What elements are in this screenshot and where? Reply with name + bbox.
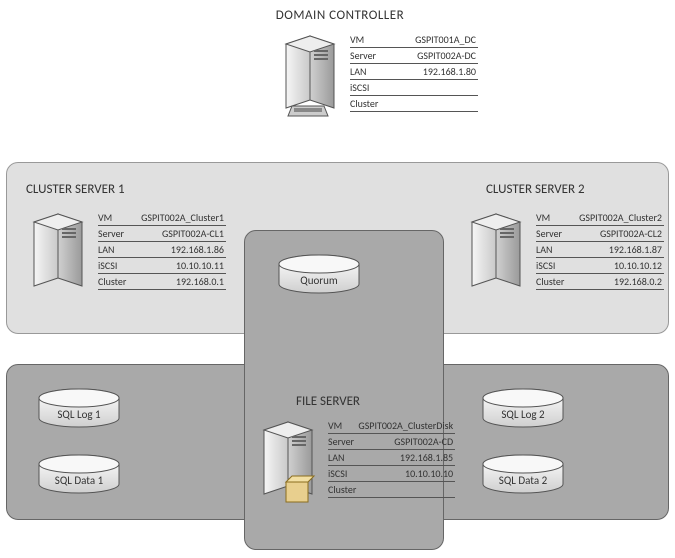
lbl-lan: LAN xyxy=(350,64,386,80)
fs-props: VMGSPIT002A_ClusterDisk ServerGSPIT002A-… xyxy=(328,418,455,498)
cs2-vm: GSPIT002A_Cluster2 xyxy=(572,210,664,226)
cs1-vm: GSPIT002A_Cluster1 xyxy=(134,210,226,226)
cs1-block: VMGSPIT002A_Cluster1 ServerGSPIT002A-CL1… xyxy=(28,210,226,300)
fs-cluster xyxy=(358,482,455,498)
dc-cluster xyxy=(386,96,478,112)
dc-title: DOMAIN CONTROLLER xyxy=(240,8,440,23)
cs1-iscsi: 10.10.10.11 xyxy=(134,258,226,274)
lbl-vm: VM xyxy=(350,32,386,48)
fs-iscsi: 10.10.10.10 xyxy=(358,466,455,482)
cs1-lan: 192.168.1.86 xyxy=(134,242,226,258)
cs1-tower-icon xyxy=(28,210,92,300)
dc-block: VMGSPIT001A_DC ServerGSPIT002A-DC LAN192… xyxy=(280,32,478,122)
cs2-iscsi: 10.10.10.12 xyxy=(572,258,664,274)
cs1-title: CLUSTER SERVER 1 xyxy=(26,182,125,197)
dc-props: VMGSPIT001A_DC ServerGSPIT002A-DC LAN192… xyxy=(350,32,478,112)
dc-vm: GSPIT001A_DC xyxy=(386,32,478,48)
cs1-props: VMGSPIT002A_Cluster1 ServerGSPIT002A-CL1… xyxy=(98,210,226,290)
disk-quorum: Quorum xyxy=(276,254,362,294)
fs-tower-icon xyxy=(258,418,322,508)
disk-quorum-label: Quorum xyxy=(276,274,362,287)
lbl-iscsi: iSCSI xyxy=(350,80,386,96)
cs1-server: GSPIT002A-CL1 xyxy=(134,226,226,242)
cs2-block: VMGSPIT002A_Cluster2 ServerGSPIT002A-CL2… xyxy=(466,210,664,300)
dc-iscsi xyxy=(386,80,478,96)
dc-server: GSPIT002A-DC xyxy=(386,48,478,64)
cs1-cluster: 192.168.0.1 xyxy=(134,274,226,290)
fs-vm: GSPIT002A_ClusterDisk xyxy=(358,418,455,434)
fs-lan: 192.168.1.85 xyxy=(358,450,455,466)
lbl-server: Server xyxy=(350,48,386,64)
disk-sqldata1-label: SQL Data 1 xyxy=(36,474,122,487)
fs-server: GSPIT002A-CD xyxy=(358,434,455,450)
cs2-cluster: 192.168.0.2 xyxy=(572,274,664,290)
disk-sqldata1: SQL Data 1 xyxy=(36,454,122,494)
cs2-server: GSPIT002A-CL2 xyxy=(572,226,664,242)
disk-sqllog1-label: SQL Log 1 xyxy=(36,408,122,421)
lbl-cluster: Cluster xyxy=(350,96,386,112)
fs-title: FILE SERVER xyxy=(296,394,360,409)
dc-tower-icon xyxy=(280,32,344,122)
disk-sqllog1: SQL Log 1 xyxy=(36,388,122,428)
disk-sqllog2-label: SQL Log 2 xyxy=(480,408,566,421)
cs2-props: VMGSPIT002A_Cluster2 ServerGSPIT002A-CL2… xyxy=(536,210,664,290)
cs2-lan: 192.168.1.87 xyxy=(572,242,664,258)
dc-lan: 192.168.1.80 xyxy=(386,64,478,80)
fs-block: VMGSPIT002A_ClusterDisk ServerGSPIT002A-… xyxy=(258,418,455,508)
disk-sqldata2-label: SQL Data 2 xyxy=(480,474,566,487)
disk-sqldata2: SQL Data 2 xyxy=(480,454,566,494)
disk-sqllog2: SQL Log 2 xyxy=(480,388,566,428)
cs2-title: CLUSTER SERVER 2 xyxy=(486,182,585,197)
cs2-tower-icon xyxy=(466,210,530,300)
